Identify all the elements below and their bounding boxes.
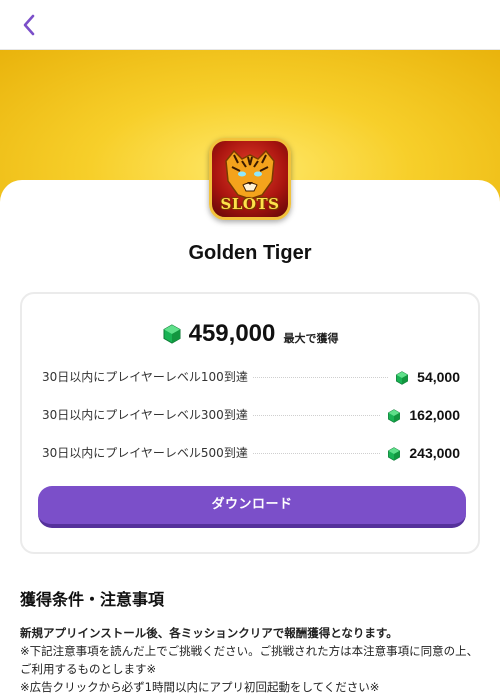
app-title: Golden Tiger bbox=[188, 242, 312, 264]
chevron-left-icon[interactable] bbox=[14, 10, 44, 40]
mission-value: 243,000 bbox=[409, 444, 460, 461]
total-amount: 459,000 bbox=[188, 320, 276, 347]
conditions-line: ※下記注意事項を読んだ上でご挑戦ください。ご挑戦された方は本注意事項に同意の上、… bbox=[20, 644, 479, 676]
green-gem-icon bbox=[387, 408, 401, 423]
top-bar bbox=[0, 0, 500, 50]
conditions-line: 新規アプリインストール後、各ミッションクリアで報酬獲得となります。 bbox=[20, 626, 398, 640]
app-icon-text: SLOTS bbox=[220, 195, 280, 213]
mission-value: 162,000 bbox=[409, 406, 460, 423]
mission-row: 30日以内にプレイヤーレベル500到達 243,000 bbox=[42, 442, 460, 462]
conditions-body: 新規アプリインストール後、各ミッションクリアで報酬獲得となります。 ※下記注意事… bbox=[20, 624, 480, 696]
mission-row: 30日以内にプレイヤーレベル300到達 162,000 bbox=[42, 404, 460, 424]
green-gem-icon bbox=[387, 446, 401, 461]
green-gem-icon bbox=[162, 324, 182, 344]
download-button[interactable]: ダウンロード bbox=[38, 486, 466, 528]
conditions-title: 獲得条件・注意事項 bbox=[20, 590, 165, 609]
mission-row: 30日以内にプレイヤーレベル100到達 54,000 bbox=[42, 366, 460, 386]
mission-label: 30日以内にプレイヤーレベル300到達 bbox=[42, 406, 252, 423]
total-reward: 459,000 最大で獲得 bbox=[22, 320, 478, 348]
total-suffix: 最大で獲得 bbox=[283, 332, 339, 345]
green-gem-icon bbox=[395, 370, 409, 385]
mission-value: 54,000 bbox=[417, 368, 460, 385]
reward-card: 459,000 最大で獲得 30日以内にプレイヤーレベル100到達 54,000… bbox=[20, 292, 480, 554]
mission-label: 30日以内にプレイヤーレベル500到達 bbox=[42, 444, 252, 461]
conditions-line: ※広告クリックから必ず1時間以内にアプリ初回起動をしてください※ bbox=[20, 680, 380, 694]
mission-label: 30日以内にプレイヤーレベル100到達 bbox=[42, 368, 252, 385]
golden-tiger-slots-icon: SLOTS bbox=[209, 138, 291, 220]
